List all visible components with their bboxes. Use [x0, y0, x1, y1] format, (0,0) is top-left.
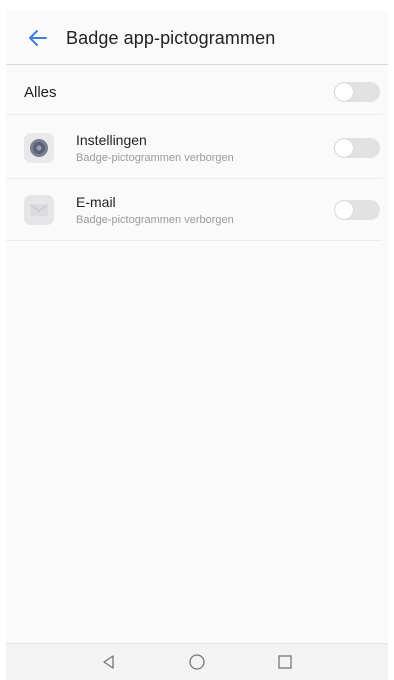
toggle-knob: [335, 139, 353, 157]
all-apps-toggle[interactable]: [334, 82, 380, 102]
app-name: Instellingen: [76, 132, 147, 148]
header-divider: [6, 64, 388, 65]
toggle-knob: [335, 83, 353, 101]
nav-back-button[interactable]: [89, 647, 129, 677]
gear-icon: [30, 139, 48, 157]
list-item-email[interactable]: E-mail Badge-pictogrammen verborgen: [6, 180, 382, 241]
envelope-icon: [30, 204, 48, 216]
app-name: E-mail: [76, 194, 116, 210]
back-button[interactable]: [18, 18, 58, 58]
page-title: Badge app-pictogrammen: [66, 27, 276, 48]
nav-back-icon: [103, 655, 114, 669]
list-item-instellingen[interactable]: Instellingen Badge-pictogrammen verborge…: [6, 118, 382, 179]
nav-recents-button[interactable]: [265, 647, 305, 677]
all-apps-label: Alles: [24, 83, 57, 101]
app-text: Instellingen Badge-pictogrammen verborge…: [76, 132, 334, 164]
arrow-left-icon: [29, 30, 47, 46]
instellingen-toggle[interactable]: [334, 138, 380, 158]
settings-app-icon: [24, 133, 54, 163]
app-subtitle: Badge-pictogrammen verborgen: [76, 214, 234, 226]
nav-recents-icon: [278, 655, 292, 669]
email-app-icon: [24, 195, 54, 225]
toggle-knob: [335, 201, 353, 219]
app-bar: Badge app-pictogrammen: [6, 10, 388, 66]
app-subtitle: Badge-pictogrammen verborgen: [76, 152, 234, 164]
nav-home-button[interactable]: [177, 647, 217, 677]
app-text: E-mail Badge-pictogrammen verborgen: [76, 194, 334, 226]
email-toggle[interactable]: [334, 200, 380, 220]
nav-home-icon: [189, 654, 205, 670]
all-apps-row[interactable]: Alles: [6, 70, 382, 115]
system-nav-bar: [6, 643, 388, 680]
screen: Badge app-pictogrammen Alles Instellinge…: [0, 0, 394, 680]
